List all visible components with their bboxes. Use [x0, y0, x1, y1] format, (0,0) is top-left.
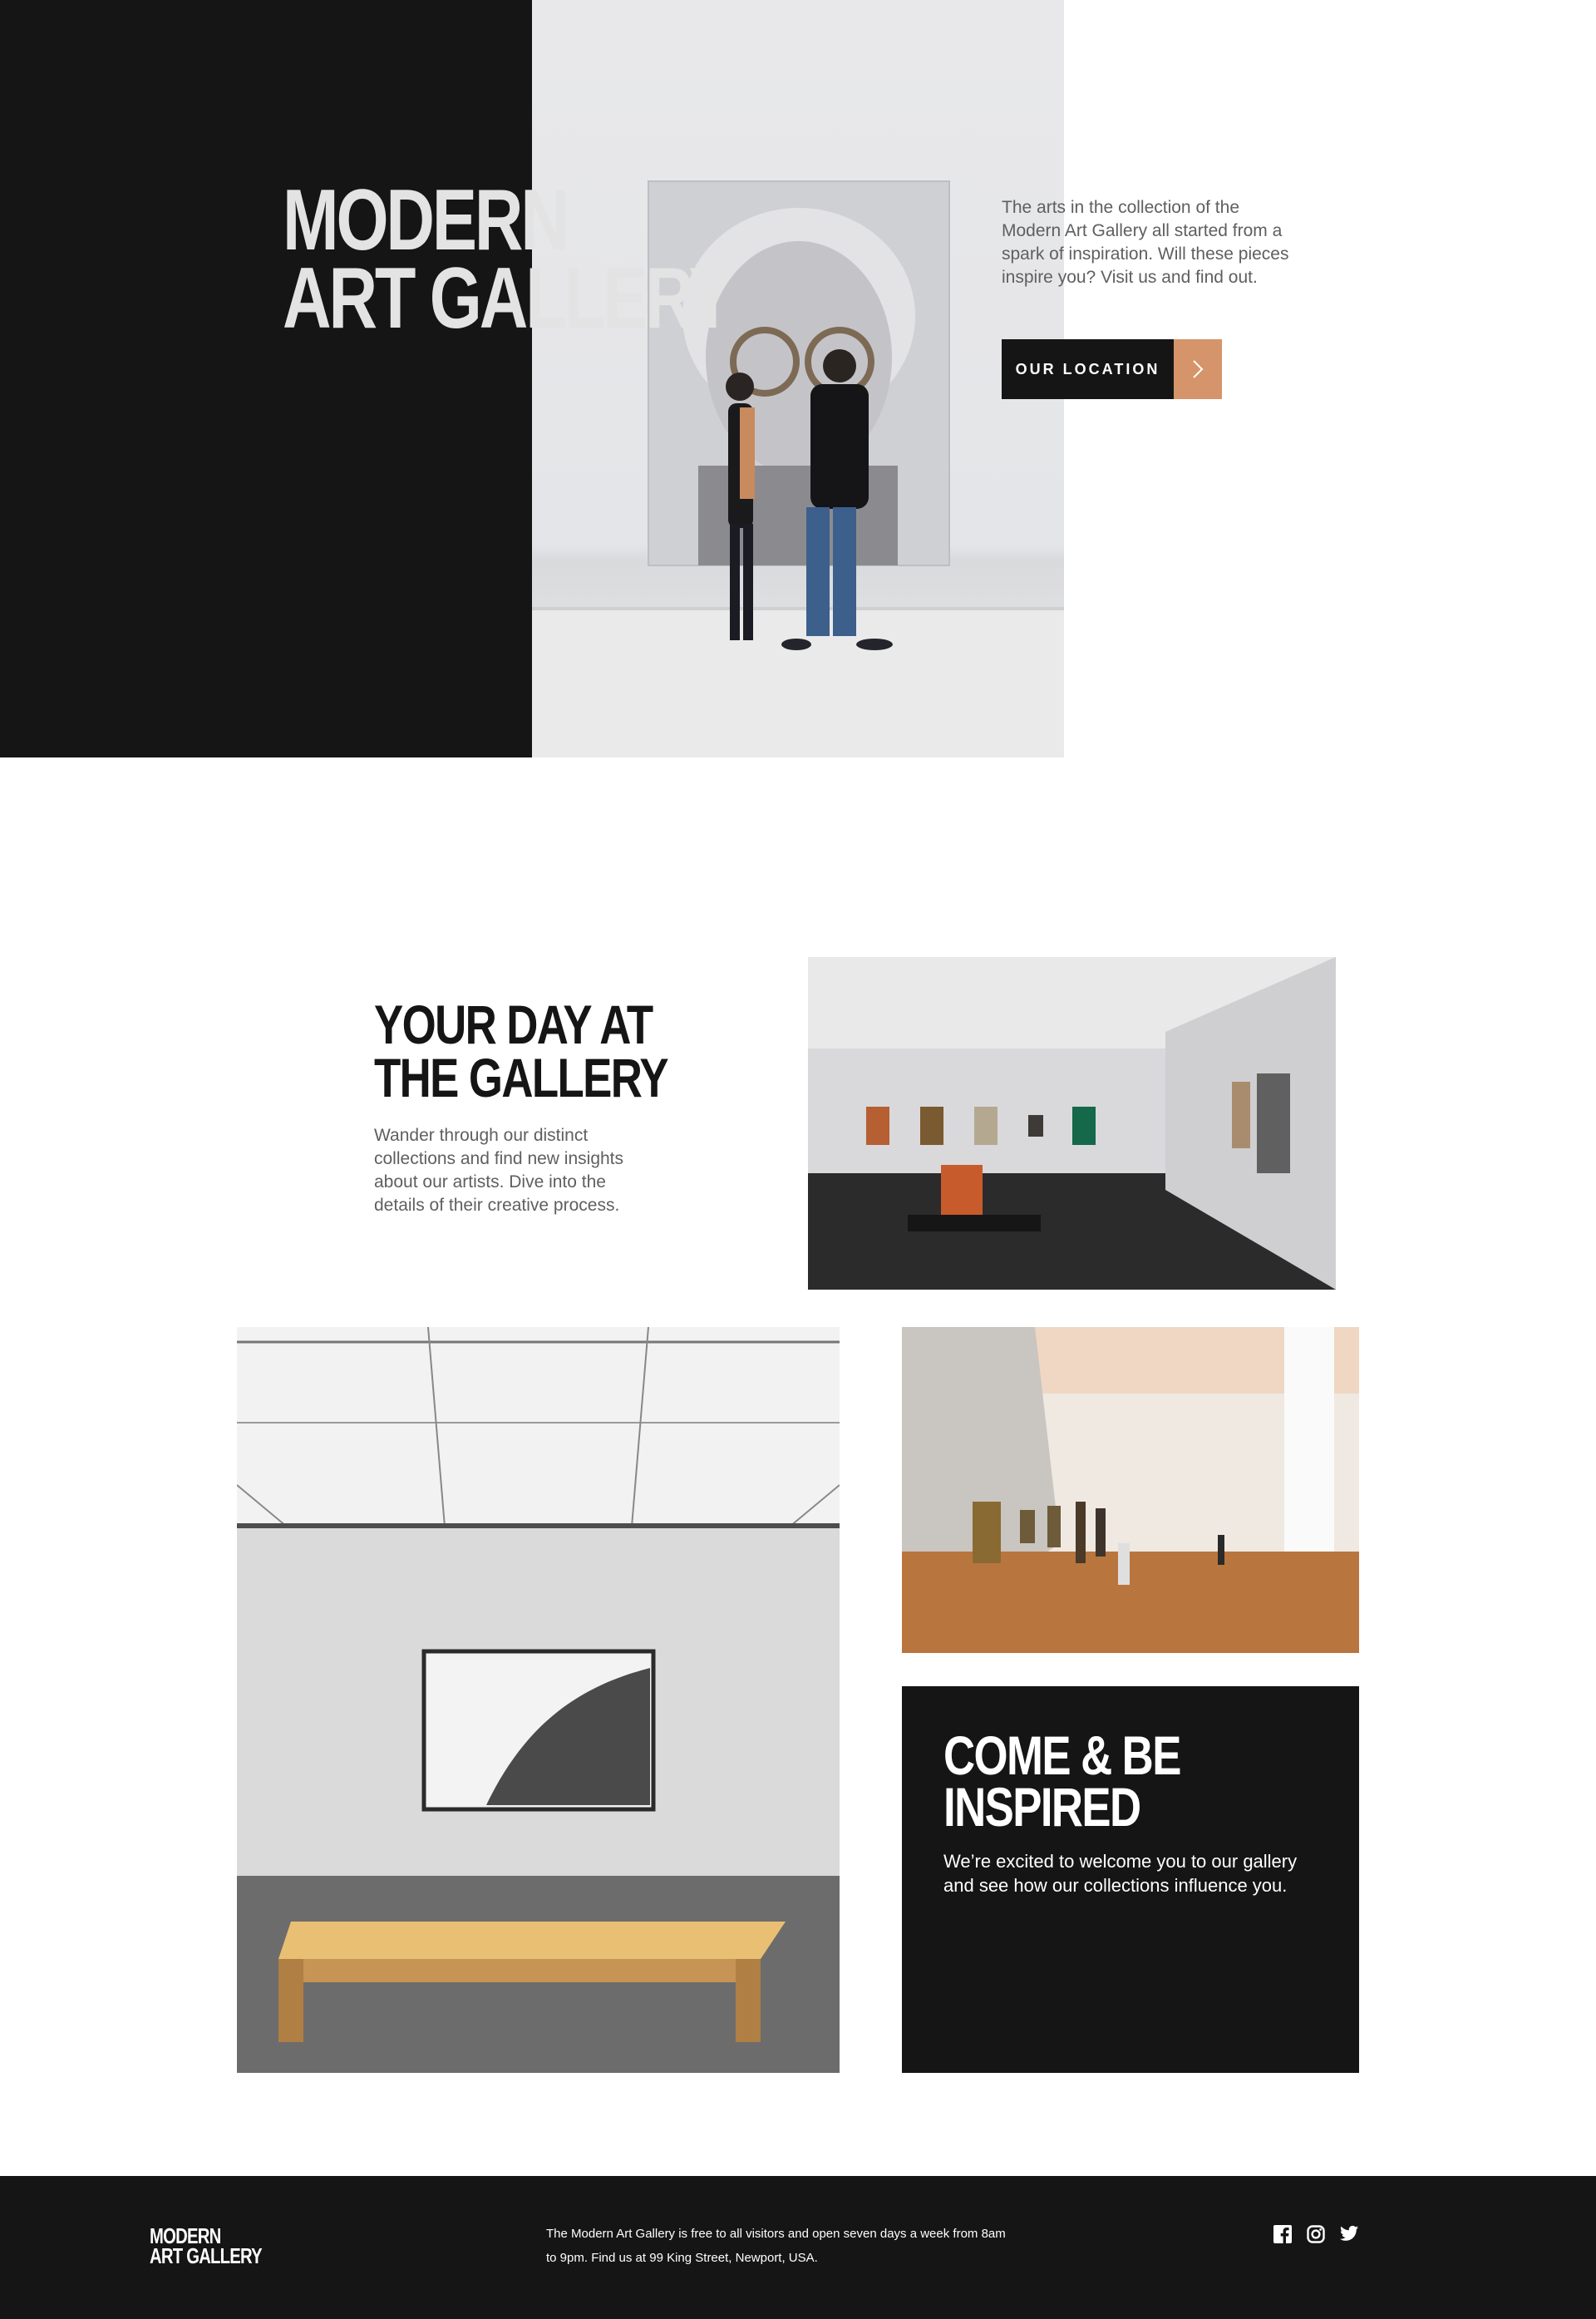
gallery-room-image	[808, 957, 1336, 1290]
inspire-text: We’re excited to welcome you to our gall…	[943, 1851, 1298, 1896]
hero-dark-panel	[0, 0, 532, 757]
inspire-title-line2: INSPIRED	[943, 1776, 1141, 1838]
bench-room-image	[237, 1327, 840, 2073]
facebook-icon[interactable]	[1273, 2225, 1293, 2245]
footer-logo-line2: ART GALLERY	[150, 2243, 263, 2268]
day-title-line1: YOUR DAY AT	[374, 994, 653, 1055]
instagram-icon[interactable]	[1307, 2225, 1327, 2245]
day-text: Wander through our distinct collections …	[374, 1126, 624, 1215]
paintings-hall-image	[902, 1327, 1359, 1653]
footer-text: The Modern Art Gallery is free to all vi…	[546, 2227, 1006, 2265]
our-location-button[interactable]: OUR LOCATION	[1002, 339, 1222, 399]
hero-title-line1: MODERN	[283, 172, 569, 269]
chevron-right-icon	[1174, 339, 1222, 399]
footer-logo[interactable]: MODERN ART GALLERY	[150, 2225, 263, 2268]
hero-intro-text: The arts in the collection of the Modern…	[1002, 198, 1289, 287]
inspire-title-line1: COME & BE	[943, 1724, 1181, 1786]
hero-image	[532, 0, 1064, 757]
day-title-line2: THE GALLERY	[374, 1047, 669, 1108]
our-location-label: OUR LOCATION	[1002, 339, 1174, 399]
footer: MODERN ART GALLERY The Modern Art Galler…	[0, 2176, 1596, 2319]
twitter-icon[interactable]	[1340, 2225, 1360, 2245]
inspire-panel: COME & BE INSPIRED We’re excited to welc…	[902, 1686, 1359, 2073]
day-title: YOUR DAY AT THE GALLERY	[374, 994, 669, 1108]
inspire-title: COME & BE INSPIRED	[943, 1724, 1181, 1838]
hero-title: MODERN ART GALLERY	[283, 172, 734, 347]
hero-title-line2: ART GALLERY	[283, 250, 734, 347]
